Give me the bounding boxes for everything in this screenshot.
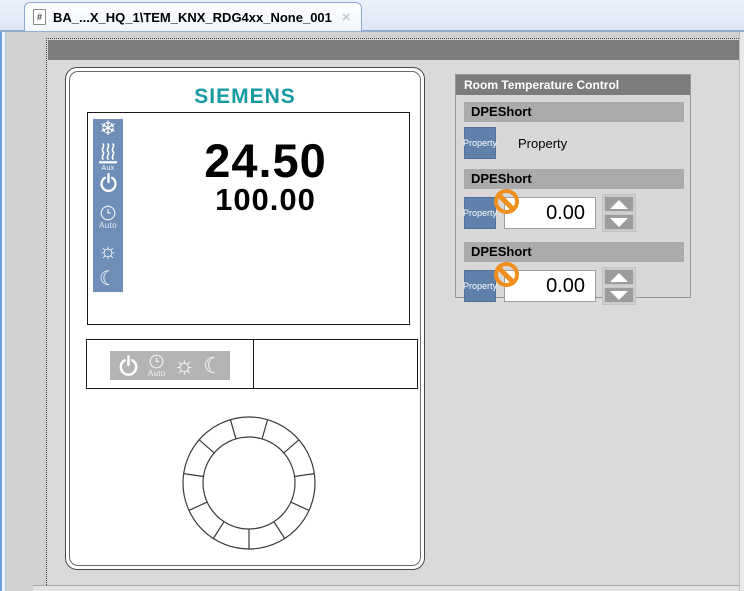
aux-label: Aux — [102, 165, 115, 172]
thermostat-button-bar: Auto ☼ ☾ — [86, 339, 418, 389]
tab-title: BA_...X_HQ_1\TEM_KNX_RDG4xx_None_001 — [53, 10, 332, 25]
mode-button-panel[interactable]: Auto ☼ ☾ — [110, 351, 230, 380]
no-entry-icon — [494, 262, 519, 287]
spin-up-button[interactable] — [604, 269, 634, 285]
property-row: Property Property — [464, 127, 684, 159]
down-arrow-icon — [610, 218, 628, 227]
thermostat-display: ❄ Aux Auto — [87, 112, 410, 325]
auto-label: Auto — [148, 370, 166, 378]
moon-icon: ☾ — [99, 269, 117, 290]
auto-label: Auto — [99, 222, 117, 230]
spinner-control — [602, 194, 636, 232]
canvas-bottom-edge — [33, 585, 739, 591]
editor-canvas[interactable]: SIEMENS ❄ Aux — [0, 31, 744, 591]
thermostat-widget[interactable]: SIEMENS ❄ Aux — [65, 67, 425, 570]
dpeshort-section-header: DPEShort — [464, 102, 684, 122]
panel-title-bar — [48, 40, 739, 60]
clock-icon — [100, 205, 116, 221]
no-entry-icon — [494, 189, 519, 214]
property-label: Property — [518, 136, 567, 151]
panel-title: Room Temperature Control — [456, 75, 690, 95]
property-button[interactable]: Property — [464, 127, 496, 159]
rotary-dial[interactable] — [174, 408, 324, 558]
editor-tab[interactable]: # BA_...X_HQ_1\TEM_KNX_RDG4xx_None_001 × — [24, 2, 362, 31]
button-bar-divider — [253, 340, 254, 388]
property-button[interactable]: Property — [464, 197, 496, 229]
spin-up-button[interactable] — [604, 196, 634, 212]
tab-bar: # BA_...X_HQ_1\TEM_KNX_RDG4xx_None_001 × — [0, 0, 744, 31]
up-arrow-icon — [610, 200, 628, 209]
value-row: Property — [464, 267, 684, 305]
moon-icon: ☾ — [203, 355, 223, 377]
dpeshort-section-header: DPEShort — [464, 169, 684, 189]
up-arrow-icon — [610, 273, 628, 282]
room-temperature-control-panel: Room Temperature Control DPEShort Proper… — [455, 74, 691, 298]
dpeshort-section-header: DPEShort — [464, 242, 684, 262]
panel-document-icon: # — [33, 9, 46, 25]
canvas-right-edge — [739, 32, 744, 591]
down-arrow-icon — [610, 291, 628, 300]
mode-icon-strip: ❄ Aux Auto — [93, 119, 123, 292]
spin-down-button[interactable] — [604, 214, 634, 230]
tab-close-icon[interactable]: × — [342, 10, 351, 25]
secondary-value: 100.00 — [126, 184, 405, 217]
canvas-left-edge — [0, 32, 6, 591]
heating-icon — [97, 143, 119, 164]
spin-down-button[interactable] — [604, 287, 634, 303]
spinner-control — [602, 267, 636, 305]
power-icon — [98, 172, 119, 193]
power-icon — [117, 354, 140, 377]
sun-icon: ☼ — [98, 239, 118, 262]
sun-icon: ☼ — [173, 354, 195, 378]
temperature-value: 24.50 — [126, 137, 405, 184]
clock-icon — [149, 354, 164, 369]
snowflake-icon: ❄ — [100, 119, 117, 140]
siemens-logo: SIEMENS — [66, 85, 424, 109]
property-button[interactable]: Property — [464, 270, 496, 302]
value-row: Property — [464, 194, 684, 232]
